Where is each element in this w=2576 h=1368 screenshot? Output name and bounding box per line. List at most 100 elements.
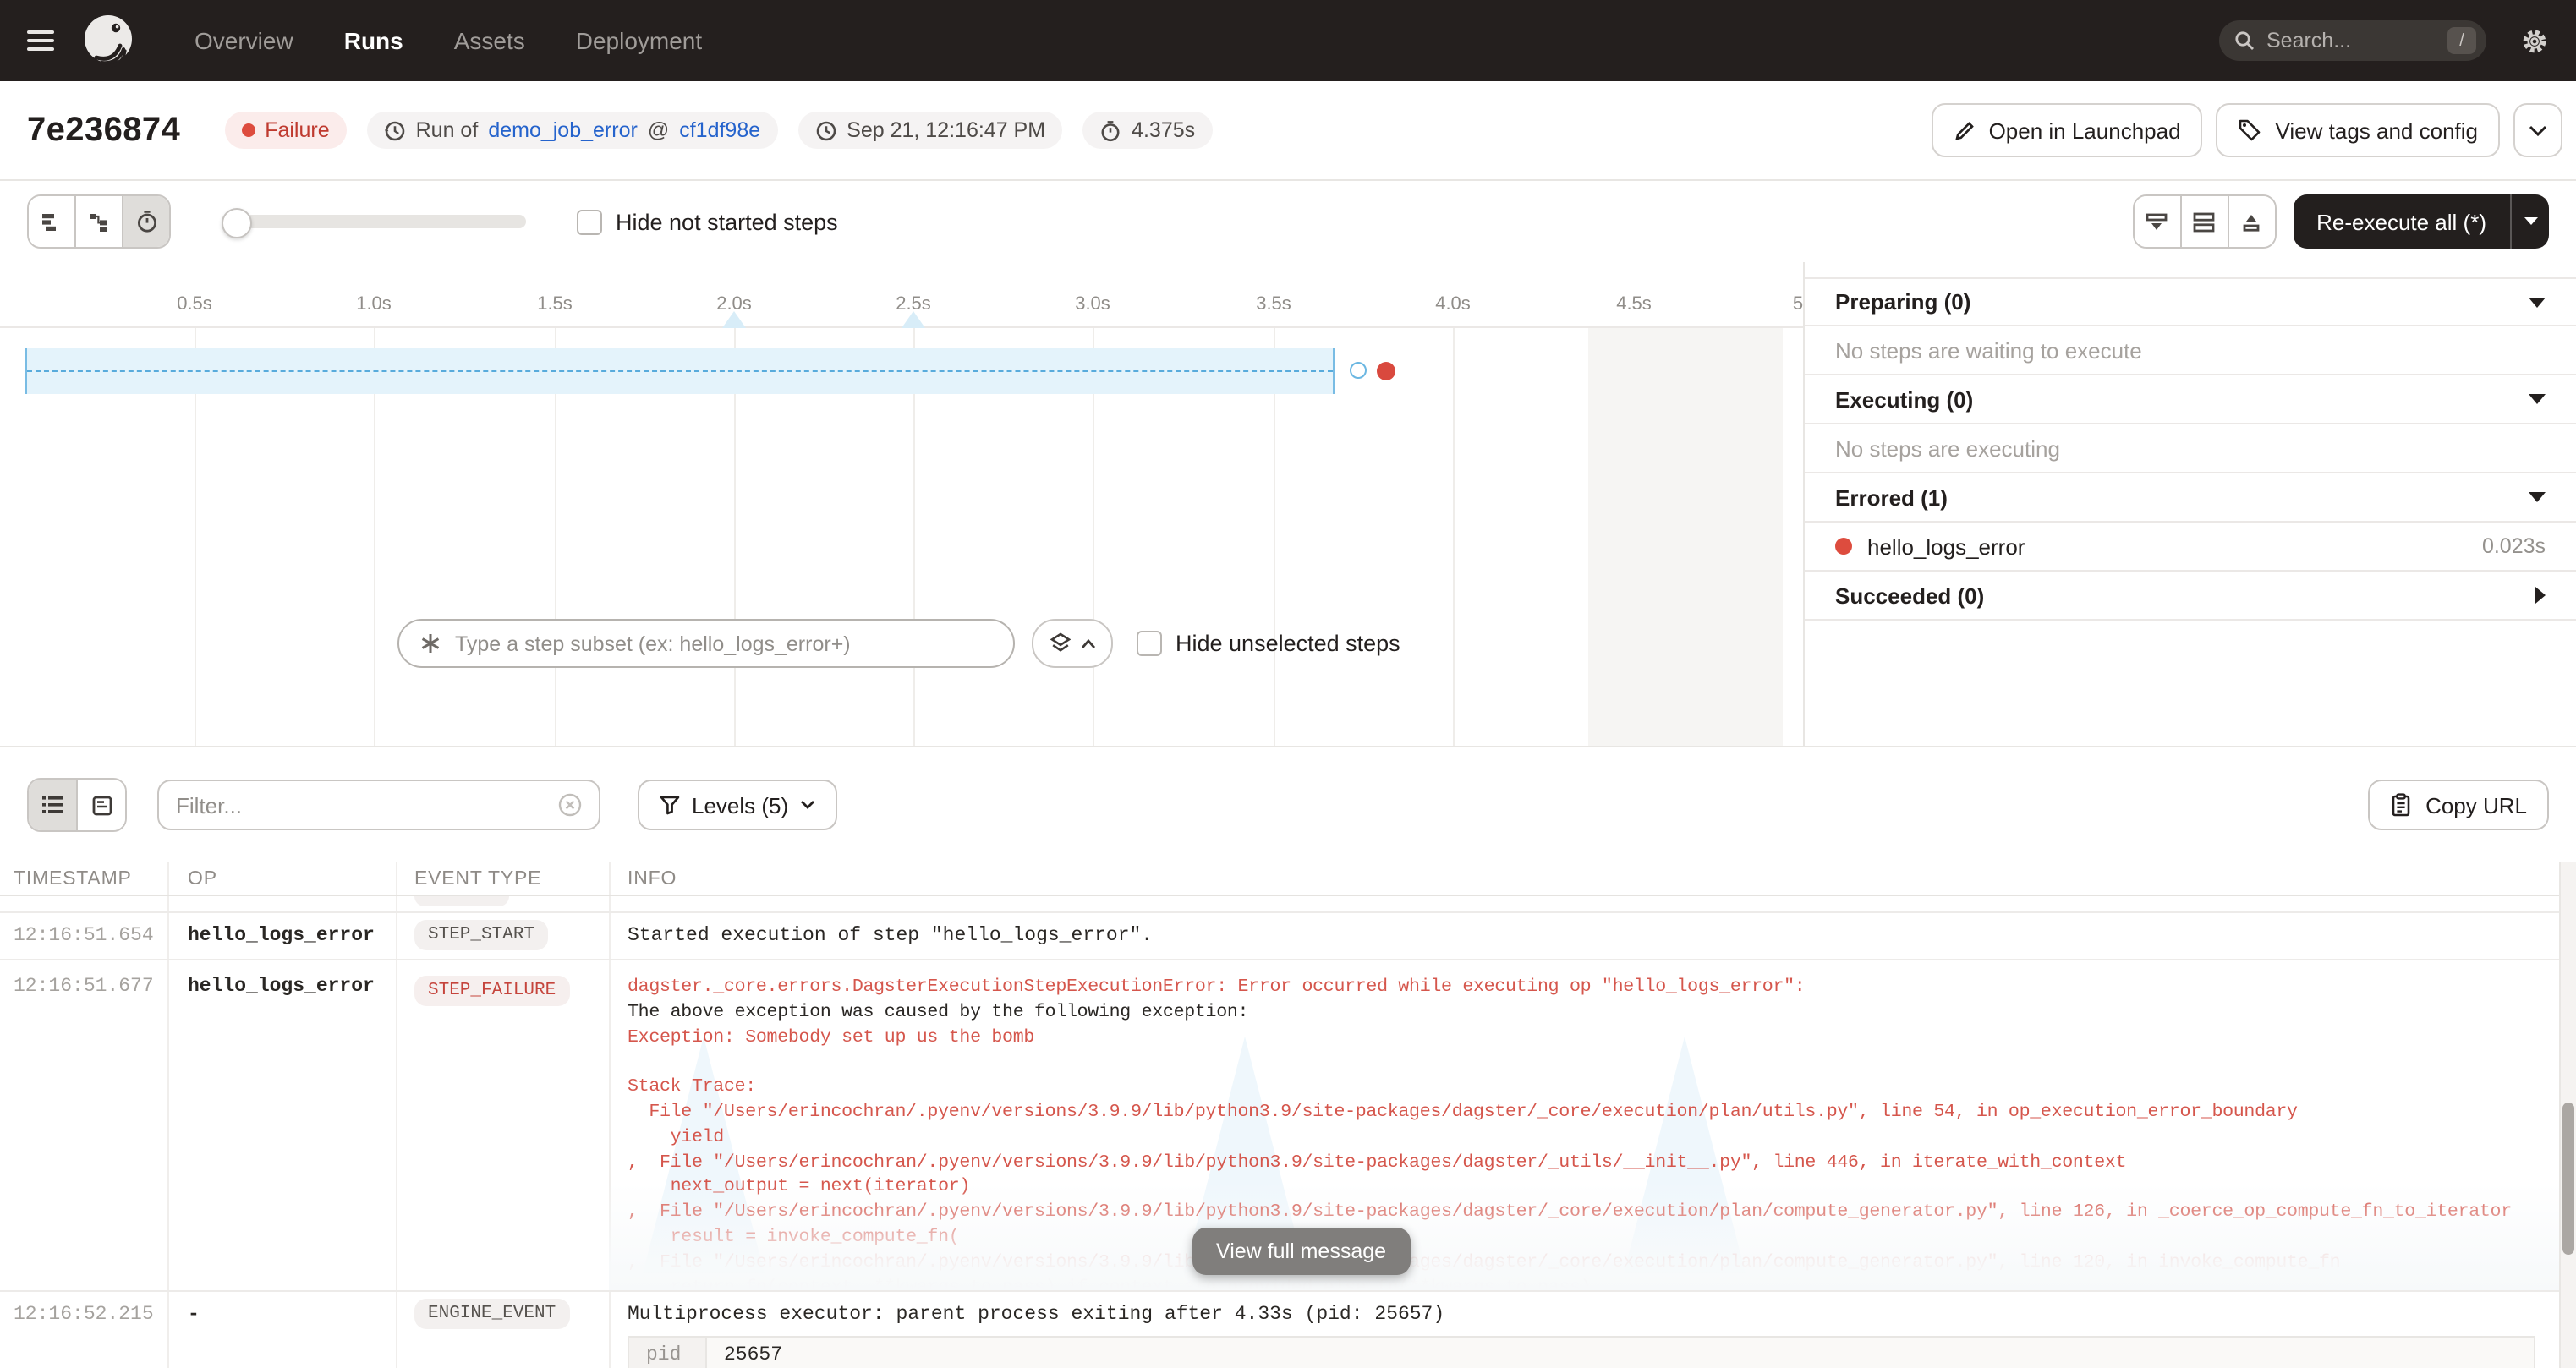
col-timestamp: TIMESTAMP [0,868,167,889]
table-row-step-failure[interactable]: 12:16:51.677 hello_logs_error STEP_FAILU… [0,960,2576,1292]
scrollbar-thumb[interactable] [2562,1103,2574,1255]
axis-tick: 1.5s [537,294,573,315]
clear-filter-icon[interactable] [558,793,582,817]
view-full-message-button[interactable]: View full message [1192,1228,1410,1275]
table-row-step-start[interactable]: 12:16:51.654 hello_logs_error STEP_START… [0,913,2576,960]
axis-marker-icon [902,311,925,328]
log-view-toggle [27,778,127,832]
gantt-section: 0.5s 1.0s 1.5s 2.0s 2.5s 3.0s 3.5s 4.0s … [0,262,2576,747]
step-subset-input[interactable]: Type a step subset (ex: hello_logs_error… [397,619,1015,668]
run-of-chip: Run of demo_job_error @ cf1df98e [367,112,778,149]
log-toolbar: Filter... Levels (5) [0,747,2576,862]
step-subset-placeholder: Type a step subset (ex: hello_logs_error… [455,632,851,655]
levels-dropdown-button[interactable]: Levels (5) [638,780,837,830]
axis-tick: 4.5s [1616,294,1652,315]
pane-layout-toggle [2132,194,2276,249]
apply-step-filter-button[interactable] [1032,619,1113,668]
reexecute-all-button[interactable]: Re-execute all (*) [2293,194,2549,249]
col-event-type: EVENT TYPE [396,868,609,889]
log-info: Multiprocess executor: parent process ex… [609,1292,2576,1368]
metadata-key: pid [629,1338,707,1368]
gantt-flat-view-button[interactable] [29,196,74,247]
axis-tick: 4.0s [1435,294,1471,315]
gantt-timed-view-button[interactable] [122,196,169,247]
nav-assets[interactable]: Assets [454,27,525,54]
axis-tick: 5 [1793,294,1803,315]
duration-chip: 4.375s [1082,112,1212,149]
error-dot-icon [1835,538,1852,555]
nav-deployment[interactable]: Deployment [576,27,702,54]
log-op: hello_logs_error [167,913,396,959]
panel-section-errored[interactable]: Errored (1) [1805,473,2576,523]
job-name-link[interactable]: demo_job_error [488,118,638,142]
search-shortcut-key: / [2447,27,2476,54]
log-timestamp: 12:16:51.654 [0,913,167,959]
metadata-value: 25657 [707,1338,2534,1368]
reexecute-dropdown-button[interactable] [2512,216,2549,227]
search-input[interactable]: Search... / [2219,20,2486,61]
document-icon [90,794,112,816]
panel-section-executing[interactable]: Executing (0) [1805,375,2576,424]
pane-expand-up-button[interactable] [2227,196,2274,247]
chevron-down-icon [2529,297,2546,307]
log-info: Started execution of step "hello_logs_er… [609,913,2576,959]
panel-section-succeeded[interactable]: Succeeded (0) [1805,572,2576,621]
gear-icon[interactable] [2520,26,2549,55]
run-end-shaded-region [1588,328,1783,746]
log-structured-view-button[interactable] [76,780,125,830]
col-op: OP [167,868,396,889]
chevron-down-icon [2529,492,2546,502]
dagster-run-page: Overview Runs Assets Deployment Search..… [0,0,2576,1368]
chevron-down-icon [2529,124,2547,136]
table-row-partial[interactable] [0,896,2576,913]
table-row-engine-event[interactable]: 12:16:52.215 - ENGINE_EVENT Multiprocess… [0,1292,2576,1368]
run-header: 7e236874 Failure Run of demo_job_error @… [0,81,2576,181]
panel-errored-item[interactable]: hello_logs_error 0.023s [1805,523,2576,572]
step-bar-hello-logs-error[interactable] [25,348,1335,394]
dagster-logo-icon[interactable] [79,12,137,69]
axis-tick: 1.0s [356,294,392,315]
split-rows-icon [2192,211,2216,233]
hide-unselected-label: Hide unselected steps [1176,631,1400,656]
copy-url-button[interactable]: Copy URL [2368,780,2549,830]
nav-runs[interactable]: Runs [344,27,403,54]
gantt-toolbar: Hide not started steps [0,181,2576,262]
nav-overview[interactable]: Overview [195,27,293,54]
pane-split-button[interactable] [2179,196,2227,247]
step-failure-marker-icon [1377,362,1395,380]
caret-up-icon [1080,638,1095,648]
step-retry-marker-icon [1350,362,1367,379]
axis-tick: 0.5s [177,294,212,315]
event-type-badge: STEP_START [414,920,548,950]
hide-not-started-checkbox[interactable] [577,209,602,234]
failure-dot-icon [241,123,255,137]
slider-handle[interactable] [222,208,252,238]
gantt-time-axis: 0.5s 1.0s 1.5s 2.0s 2.5s 3.0s 3.5s 4.0s … [0,262,1803,328]
pane-collapse-down-button[interactable] [2134,196,2179,247]
event-type-badge: ENGINE_EVENT [414,1299,569,1329]
log-timestamp: 12:16:52.215 [0,1292,167,1368]
badge-sliver [414,896,509,906]
snapshot-id-link[interactable]: cf1df98e [679,118,760,142]
menu-icon[interactable] [27,30,54,51]
panel-section-preparing[interactable]: Preparing (0) [1805,277,2576,326]
chevron-down-icon [2529,394,2546,404]
gantt-zoom-slider[interactable] [222,215,526,228]
gantt-waterfall-view-button[interactable] [74,196,122,247]
caret-down-icon [2523,216,2538,227]
open-in-launchpad-button[interactable]: Open in Launchpad [1932,103,2203,157]
log-scrollbar[interactable] [2559,862,2576,1368]
gantt-body: Type a step subset (ex: hello_logs_error… [0,328,1803,746]
top-nav: Overview Runs Assets Deployment Search..… [0,0,2576,81]
axis-tick: 3.5s [1256,294,1291,315]
view-tags-config-button[interactable]: View tags and config [2217,103,2500,157]
step-duration: 0.023s [2482,534,2546,558]
layers-icon [1050,632,1070,654]
hide-unselected-checkbox[interactable] [1137,631,1162,656]
log-table: TIMESTAMP OP EVENT TYPE INFO 12:16:51.65… [0,862,2576,1368]
run-more-actions-button[interactable] [2513,103,2562,157]
panel-preparing-empty: No steps are waiting to execute [1805,326,2576,375]
run-history-icon [384,119,406,141]
log-list-view-button[interactable] [29,780,76,830]
log-filter-input[interactable]: Filter... [157,780,600,830]
